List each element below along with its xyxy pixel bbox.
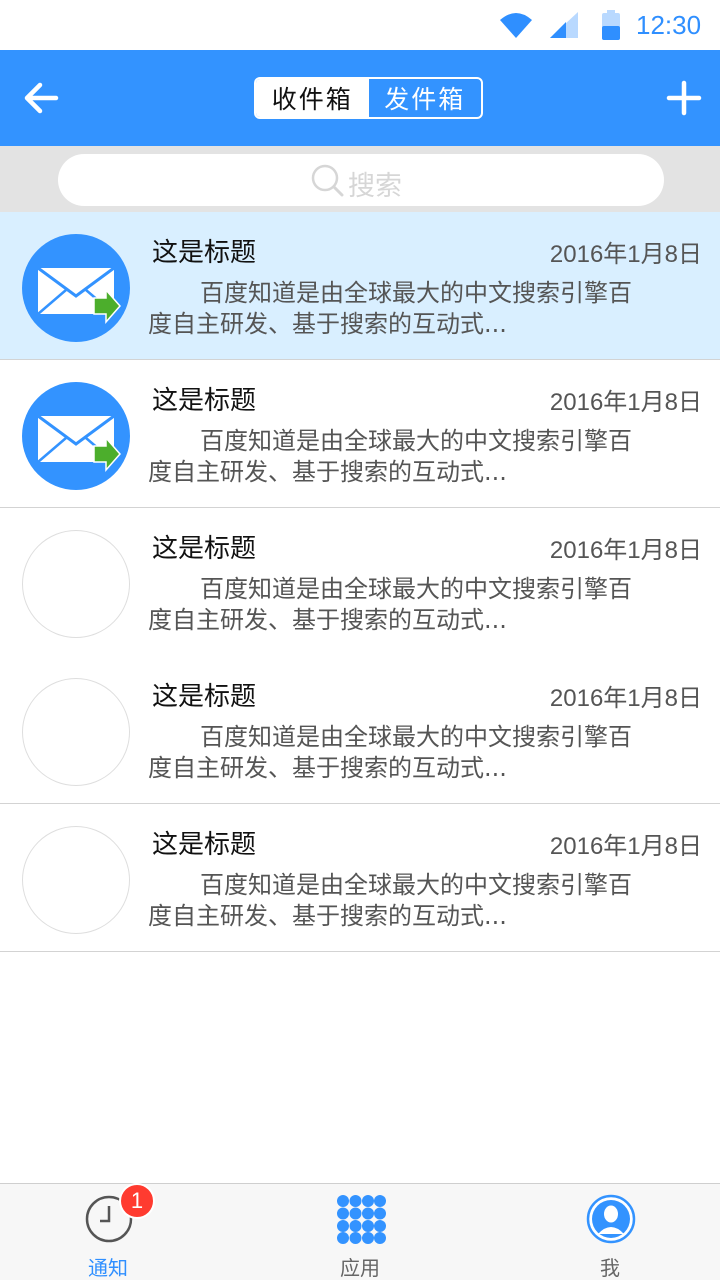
- nav-item-apps[interactable]: 应用: [300, 1184, 420, 1280]
- apps-grid-icon: [337, 1195, 386, 1244]
- status-bar: 12:30: [0, 0, 720, 50]
- message-title: 这是标题: [152, 386, 257, 416]
- message-summary: 百度知道是由全球最大的中文搜索引擎百度自主研发、基于搜索的互动式...: [148, 723, 632, 782]
- message-title: 这是标题: [152, 682, 257, 712]
- empty-avatar: [22, 530, 130, 638]
- empty-avatar: [22, 678, 130, 786]
- status-time: 12:30: [636, 10, 702, 40]
- notification-badge: 1: [119, 1183, 155, 1219]
- nav-item-me[interactable]: 我: [550, 1184, 670, 1280]
- message-date: 2016年1月8日: [549, 685, 702, 712]
- battery-icon: [602, 10, 620, 40]
- mailbox-segmented-control: 收件箱 发件箱: [254, 77, 483, 119]
- list-item[interactable]: 这是标题 2016年1月8日 百度知道是由全球最大的中文搜索引擎百度自主研发、基…: [0, 508, 720, 656]
- message-summary: 百度知道是由全球最大的中文搜索引擎百度自主研发、基于搜索的互动式...: [148, 279, 632, 338]
- message-date: 2016年1月8日: [549, 241, 702, 268]
- message-summary: 百度知道是由全球最大的中文搜索引擎百度自主研发、基于搜索的互动式...: [148, 575, 632, 634]
- search-placeholder: 搜索: [348, 171, 402, 202]
- message-date: 2016年1月8日: [549, 833, 702, 860]
- app-header: 收件箱 发件箱: [0, 50, 720, 146]
- nav-label-me: 我: [600, 1256, 620, 1280]
- profile-icon: [586, 1194, 636, 1244]
- empty-avatar: [22, 826, 130, 934]
- message-date: 2016年1月8日: [549, 389, 702, 416]
- tab-inbox[interactable]: 收件箱: [256, 79, 369, 117]
- nav-label-apps: 应用: [340, 1256, 380, 1280]
- message-list: 这是标题 2016年1月8日 百度知道是由全球最大的中文搜索引擎百度自主研发、基…: [0, 212, 720, 952]
- cellular-signal-icon: [550, 12, 578, 38]
- list-item[interactable]: 这是标题 2016年1月8日 百度知道是由全球最大的中文搜索引擎百度自主研发、基…: [0, 656, 720, 804]
- nav-label-notifications: 通知: [88, 1256, 128, 1280]
- plus-icon[interactable]: [664, 78, 704, 118]
- wifi-icon: [500, 13, 532, 38]
- list-item[interactable]: 这是标题 2016年1月8日 百度知道是由全球最大的中文搜索引擎百度自主研发、基…: [0, 212, 720, 360]
- message-summary: 百度知道是由全球最大的中文搜索引擎百度自主研发、基于搜索的互动式...: [148, 871, 632, 930]
- arrow-left-icon[interactable]: [22, 78, 62, 118]
- message-date: 2016年1月8日: [549, 537, 702, 564]
- list-item[interactable]: 这是标题 2016年1月8日 百度知道是由全球最大的中文搜索引擎百度自主研发、基…: [0, 360, 720, 508]
- message-summary: 百度知道是由全球最大的中文搜索引擎百度自主研发、基于搜索的互动式...: [148, 427, 632, 486]
- message-title: 这是标题: [152, 830, 257, 860]
- search-bar: 搜索: [0, 146, 720, 212]
- mail-forward-icon: [22, 234, 130, 342]
- bottom-nav: 通知 应用 我: [0, 1183, 720, 1280]
- tab-outbox[interactable]: 发件箱: [369, 79, 482, 117]
- search-input[interactable]: 搜索: [58, 154, 664, 206]
- mail-forward-icon: [22, 382, 130, 490]
- search-icon: [311, 164, 344, 197]
- list-item[interactable]: 这是标题 2016年1月8日 百度知道是由全球最大的中文搜索引擎百度自主研发、基…: [0, 804, 720, 952]
- message-title: 这是标题: [152, 238, 257, 268]
- message-title: 这是标题: [152, 534, 257, 564]
